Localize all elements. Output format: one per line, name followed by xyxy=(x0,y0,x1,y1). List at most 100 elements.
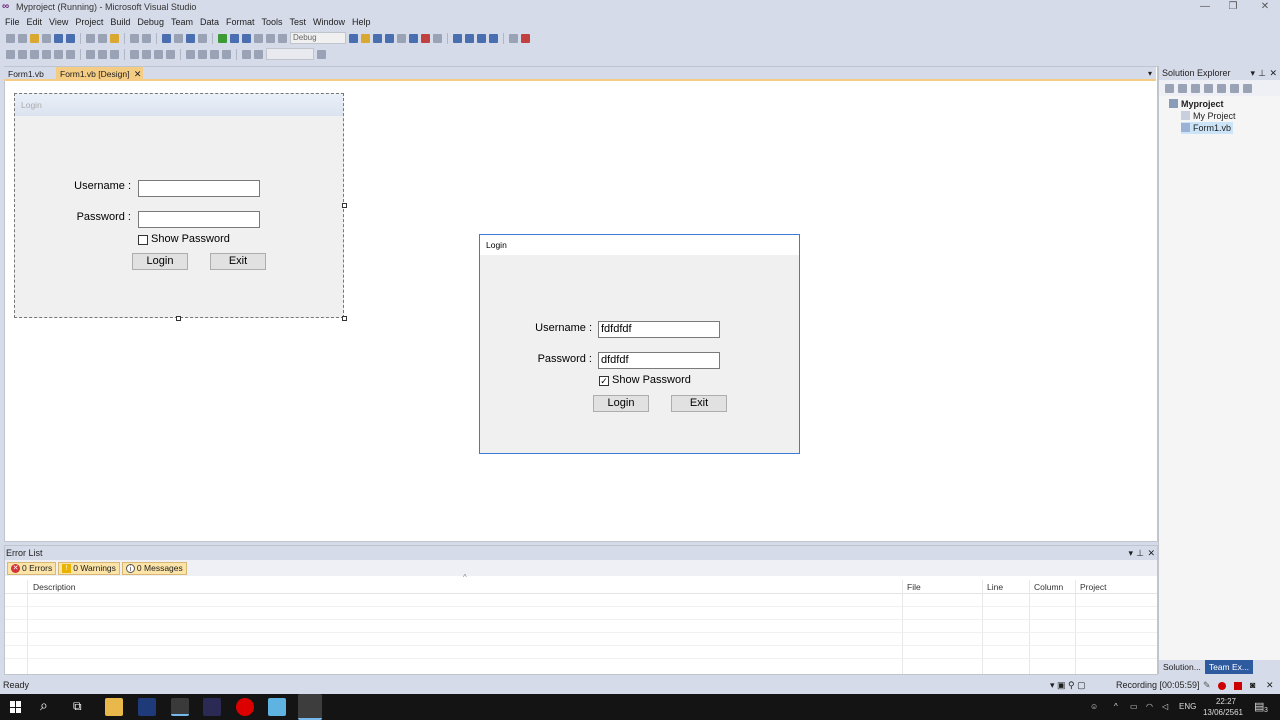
volume-icon[interactable]: ◁ xyxy=(1162,702,1168,711)
server-explorer-icon[interactable] xyxy=(421,33,430,43)
add-icon[interactable] xyxy=(42,33,51,43)
warnings-filter-button[interactable]: ! 0 Warnings xyxy=(58,561,120,575)
column-project[interactable]: Project xyxy=(1076,580,1106,594)
close-panel-icon[interactable]: ✕ xyxy=(1269,66,1277,80)
step-over-icon[interactable] xyxy=(278,33,287,43)
show-password-checkbox[interactable]: ✓ xyxy=(599,376,609,386)
menu-view[interactable]: View xyxy=(47,15,73,29)
resize-handle-bottom[interactable] xyxy=(176,316,181,321)
close-recorder-icon[interactable]: ✕ xyxy=(1266,677,1274,694)
username-input[interactable]: fdfdfdf xyxy=(598,321,720,338)
object-browser-icon[interactable] xyxy=(373,33,382,43)
column-description[interactable]: Description xyxy=(29,580,76,594)
view-designer-icon[interactable] xyxy=(1217,83,1226,93)
search-icon[interactable] xyxy=(1243,83,1252,93)
menu-test[interactable]: Test xyxy=(288,15,312,29)
start-page-icon[interactable] xyxy=(397,33,406,43)
navigate-forward-icon[interactable] xyxy=(198,33,207,43)
align-right-icon[interactable] xyxy=(30,49,39,59)
tree-item-form1[interactable]: Form1.vb xyxy=(1181,122,1234,134)
cut-icon[interactable] xyxy=(86,33,95,43)
menu-debug[interactable]: Debug xyxy=(135,15,169,29)
resize-handle-right[interactable] xyxy=(342,203,347,208)
increase-spacing-icon[interactable] xyxy=(154,49,163,59)
zoom-out-icon[interactable] xyxy=(254,49,263,59)
record-icon[interactable] xyxy=(1218,682,1226,690)
view-code-icon[interactable] xyxy=(1204,83,1213,93)
file-explorer-icon[interactable] xyxy=(105,698,123,716)
copy-icon[interactable] xyxy=(98,33,107,43)
align-middle-icon[interactable] xyxy=(54,49,63,59)
menu-edit[interactable]: Edit xyxy=(25,15,48,29)
errors-filter-button[interactable]: ✕ 0 Errors xyxy=(7,561,57,575)
navigate-back-icon[interactable] xyxy=(186,33,195,43)
next-bookmark-icon[interactable] xyxy=(477,33,486,43)
data-sources-icon[interactable] xyxy=(409,33,418,43)
recorder-taskbar-icon[interactable] xyxy=(236,698,254,716)
paste-icon[interactable] xyxy=(110,33,119,43)
close-tab-icon[interactable]: ✕ xyxy=(134,67,142,81)
tree-project[interactable]: Myproject xyxy=(1169,98,1224,110)
tools-app-icon[interactable] xyxy=(171,698,189,716)
visual-studio-taskbar-icon[interactable] xyxy=(203,698,221,716)
close-panel-icon[interactable]: ✕ xyxy=(1147,546,1155,560)
panel-dropdown-icon[interactable]: ▾ xyxy=(1128,546,1133,560)
clock-date[interactable]: 13/06/2561 xyxy=(1200,708,1246,717)
menu-format[interactable]: Format xyxy=(224,15,260,29)
center-horizontally-icon[interactable] xyxy=(186,49,195,59)
comment-icon[interactable] xyxy=(130,33,139,43)
step-into-icon[interactable] xyxy=(266,33,275,43)
align-bottom-icon[interactable] xyxy=(66,49,75,59)
login-form-taskbar-button[interactable] xyxy=(298,694,322,720)
app-taskbar-icon[interactable] xyxy=(268,698,286,716)
menu-window[interactable]: Window xyxy=(311,15,350,29)
pin-icon[interactable]: ⊥ xyxy=(1136,546,1144,560)
align-top-icon[interactable] xyxy=(42,49,51,59)
menu-data[interactable]: Data xyxy=(198,15,224,29)
designer-password-field[interactable] xyxy=(138,211,260,228)
tab-form1-code[interactable]: Form1.vb xyxy=(4,67,48,81)
bookmark-icon[interactable] xyxy=(465,33,474,43)
exit-button[interactable]: Exit xyxy=(671,395,727,412)
resize-handle-corner[interactable] xyxy=(342,316,347,321)
make-same-size-icon[interactable] xyxy=(110,49,119,59)
password-input[interactable]: dfdfdf xyxy=(598,352,720,369)
undo-icon[interactable] xyxy=(162,33,171,43)
task-view-icon[interactable]: ⧉ xyxy=(73,699,82,714)
notifications-icon[interactable]: ▤ xyxy=(1254,700,1264,713)
pencil-icon[interactable]: ✎ xyxy=(1203,677,1211,694)
horizontal-spacing-icon[interactable] xyxy=(130,49,139,59)
uncomment-icon[interactable] xyxy=(142,33,151,43)
bring-to-front-icon[interactable] xyxy=(210,49,219,59)
stop-recording-icon[interactable] xyxy=(1234,682,1242,690)
tab-form1-design[interactable]: Form1.vb [Design] ✕ xyxy=(56,67,144,81)
column-file[interactable]: File xyxy=(903,580,921,594)
login-button[interactable]: Login xyxy=(593,395,649,412)
tree-item-my-project[interactable]: My Project xyxy=(1181,110,1236,122)
menu-tools[interactable]: Tools xyxy=(260,15,288,29)
extensions-icon[interactable] xyxy=(509,33,518,43)
panel-dropdown-icon[interactable]: ▾ xyxy=(1250,66,1255,80)
indent-icon[interactable] xyxy=(453,33,462,43)
properties-icon[interactable] xyxy=(361,33,370,43)
restart-icon[interactable] xyxy=(254,33,263,43)
redo-icon[interactable] xyxy=(174,33,183,43)
designer-login-button[interactable]: Login xyxy=(132,253,188,270)
menu-file[interactable]: File xyxy=(3,15,25,29)
break-all-icon[interactable] xyxy=(230,33,239,43)
menu-team[interactable]: Team xyxy=(169,15,198,29)
clock-time[interactable]: 22:27 xyxy=(1212,697,1240,706)
pin-icon[interactable]: ⊥ xyxy=(1258,66,1266,80)
clear-bookmarks-icon[interactable] xyxy=(489,33,498,43)
new-project-icon[interactable] xyxy=(6,33,15,43)
save-icon[interactable] xyxy=(54,33,63,43)
zoom-dropdown[interactable] xyxy=(266,48,314,60)
windows-start-icon[interactable] xyxy=(10,701,22,713)
network-icon[interactable]: ◠ xyxy=(1146,702,1153,711)
save-all-icon[interactable] xyxy=(66,33,75,43)
minimize-button[interactable]: — xyxy=(1190,0,1220,15)
vertical-spacing-icon[interactable] xyxy=(142,49,151,59)
recording-toolbar-icon[interactable] xyxy=(521,33,530,43)
camera-icon[interactable]: ◙ xyxy=(1250,677,1255,694)
designer-username-field[interactable] xyxy=(138,180,260,197)
